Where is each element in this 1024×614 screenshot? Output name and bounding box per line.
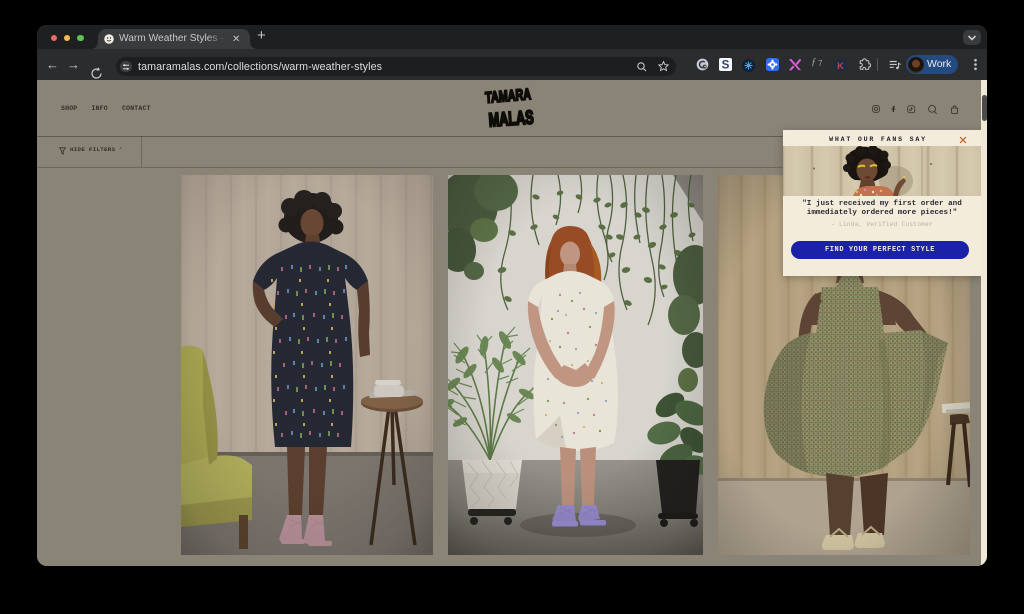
svg-text:K: K bbox=[837, 61, 844, 71]
svg-text:MALAS: MALAS bbox=[488, 107, 534, 131]
svg-text:TAMARA: TAMARA bbox=[485, 86, 532, 107]
svg-text:S: S bbox=[722, 59, 730, 71]
